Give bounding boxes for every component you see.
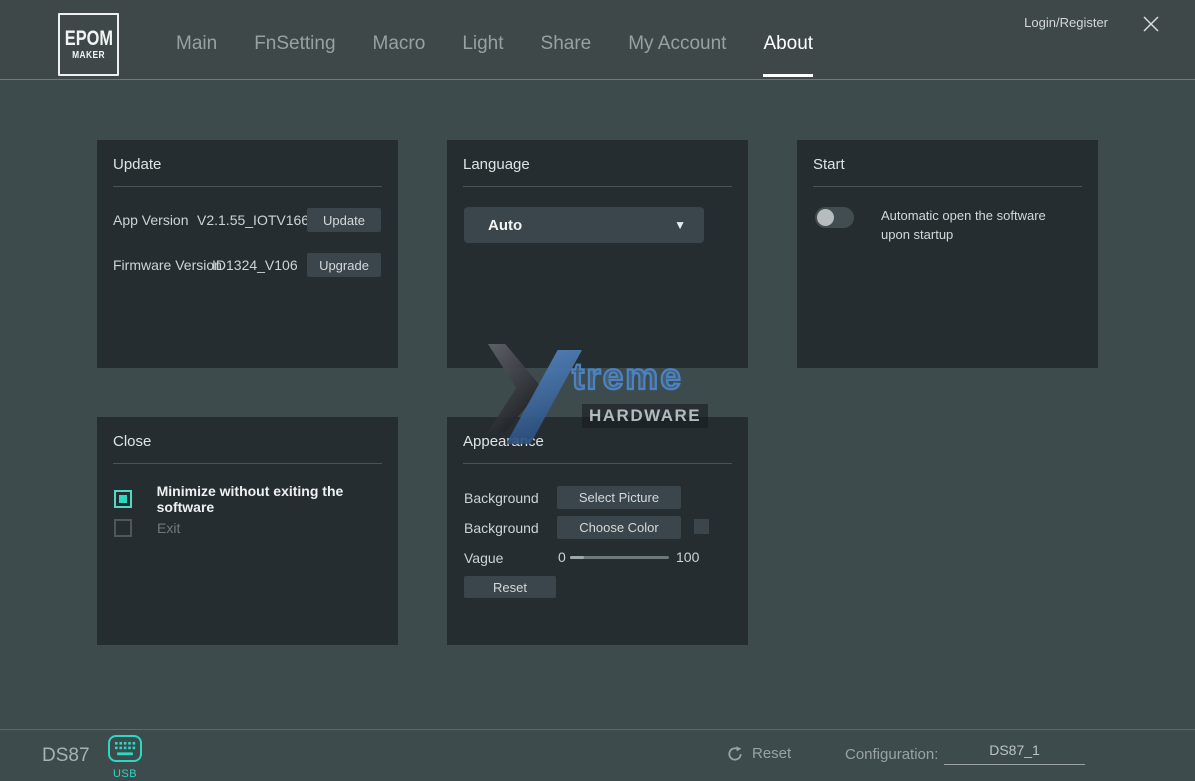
minimize-option-row: Minimize without exiting the software: [114, 483, 398, 515]
close-icon[interactable]: [1140, 13, 1162, 35]
logo-text-bottom: MAKER: [72, 50, 105, 61]
exit-option-row: Exit: [114, 519, 180, 537]
color-swatch[interactable]: [694, 519, 709, 534]
divider: [463, 186, 732, 187]
usb-device-button[interactable]: USB: [106, 734, 144, 780]
language-selected-value: Auto: [488, 216, 523, 234]
configuration-label: Configuration:: [845, 746, 939, 763]
slider-handle: [570, 556, 584, 559]
toggle-knob-icon: [817, 209, 834, 226]
tab-main[interactable]: Main: [176, 33, 217, 74]
minimize-checkbox[interactable]: [114, 490, 132, 508]
vague-max-label: 100: [676, 549, 700, 565]
start-panel-title: Start: [813, 156, 845, 173]
tab-macro[interactable]: Macro: [373, 33, 426, 74]
firmware-version-value: ID1324_V106: [212, 257, 298, 273]
refresh-icon: [728, 745, 742, 761]
configuration-value-field[interactable]: DS87_1: [944, 742, 1085, 765]
update-panel-title: Update: [113, 156, 162, 173]
update-panel: Update App Version V2.1.55_IOTV166 Updat…: [97, 140, 398, 368]
vague-min-label: 0: [558, 549, 566, 565]
app-version-value: V2.1.55_IOTV166: [197, 212, 310, 228]
divider: [113, 186, 382, 187]
exit-option-label: Exit: [157, 520, 181, 536]
upgrade-button[interactable]: Upgrade: [307, 253, 381, 277]
epomaker-logo: EPOM MAKER: [58, 13, 119, 76]
update-button[interactable]: Update: [307, 208, 381, 232]
select-picture-button[interactable]: Select Picture: [557, 486, 681, 509]
close-panel-title: Close: [113, 433, 152, 450]
autostart-label: Automatic open the software upon startup: [881, 208, 1046, 242]
divider: [113, 463, 382, 464]
background-picture-label: Background: [464, 490, 539, 506]
divider: [813, 186, 1082, 187]
tab-about[interactable]: About: [763, 33, 814, 77]
logo-text-top: EPOM: [64, 27, 113, 50]
reset-label: Reset: [752, 745, 792, 762]
language-panel-title: Language: [463, 156, 530, 173]
caret-down-icon: ▼: [674, 218, 686, 232]
vague-slider[interactable]: [570, 556, 669, 559]
tab-light[interactable]: Light: [462, 33, 503, 74]
appearance-panel-title: Appearance: [463, 433, 544, 450]
autostart-toggle[interactable]: [815, 207, 854, 228]
choose-color-button[interactable]: Choose Color: [557, 516, 681, 539]
tab-my-account[interactable]: My Account: [628, 33, 726, 74]
app-version-row: App Version V2.1.55_IOTV166 Update: [113, 208, 382, 232]
tab-share[interactable]: Share: [541, 33, 592, 74]
firmware-version-row: Firmware Version ID1324_V106 Upgrade: [113, 253, 382, 277]
background-color-label: Background: [464, 520, 539, 536]
app-version-label: App Version: [113, 212, 189, 228]
appearance-reset-button[interactable]: Reset: [464, 576, 556, 598]
vague-label: Vague: [464, 550, 504, 566]
title-bar: EPOM MAKER Main FnSetting Macro Light Sh…: [0, 0, 1195, 80]
checkbox-check-icon: [119, 495, 127, 503]
divider: [463, 463, 732, 464]
status-bar: DS87 USB Reset Configuration: DS87_1: [0, 729, 1195, 781]
login-register-link[interactable]: Login/Register: [1024, 15, 1108, 30]
minimize-option-label: Minimize without exiting the software: [156, 483, 344, 515]
reset-button[interactable]: Reset: [727, 745, 791, 762]
device-name: DS87: [42, 745, 90, 766]
start-panel: Start Automatic open the software upon s…: [797, 140, 1098, 368]
appearance-panel: Appearance Background Select Picture Bac…: [447, 417, 748, 645]
exit-checkbox[interactable]: [114, 519, 132, 537]
main-nav: Main FnSetting Macro Light Share My Acco…: [176, 0, 814, 80]
keyboard-icon: [108, 735, 142, 762]
close-panel: Close Minimize without exiting the softw…: [97, 417, 398, 645]
language-panel: Language Auto ▼: [447, 140, 748, 368]
usb-connection-label: USB: [112, 768, 138, 780]
firmware-version-label: Firmware Version: [113, 257, 222, 273]
tab-fnsetting[interactable]: FnSetting: [254, 33, 335, 74]
language-select[interactable]: Auto ▼: [464, 207, 704, 243]
